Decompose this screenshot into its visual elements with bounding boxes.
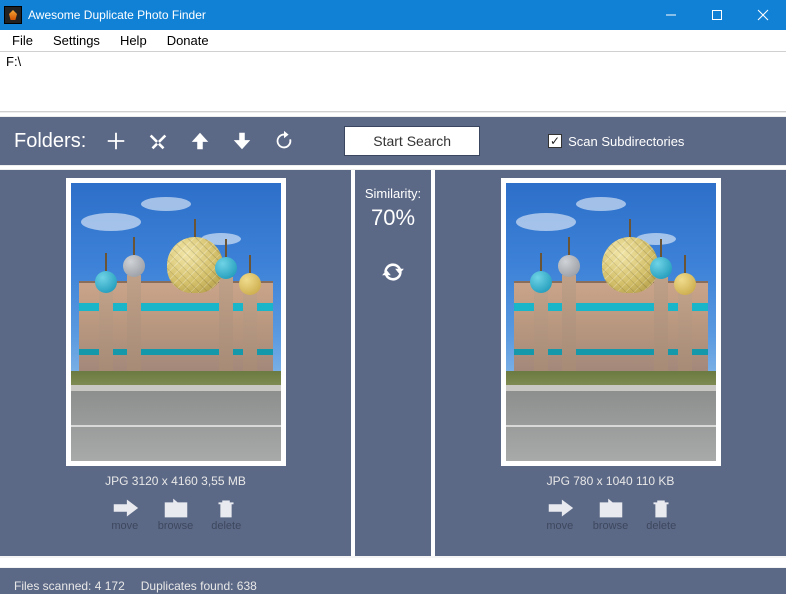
minimize-button[interactable]	[648, 0, 694, 30]
folder-path: F:\	[6, 54, 21, 69]
folder-path-box[interactable]: F:\	[0, 52, 786, 112]
similarity-value: 70%	[371, 205, 415, 231]
start-search-button[interactable]: Start Search	[344, 126, 480, 156]
right-meta: JPG 780 x 1040 110 KB	[547, 474, 675, 488]
splitter[interactable]	[0, 556, 786, 568]
left-browse-button[interactable]: browse	[158, 496, 193, 532]
refresh-button[interactable]	[272, 129, 296, 153]
left-delete-button[interactable]: delete	[211, 496, 241, 532]
left-pane: JPG 3120 x 4160 3,55 MB move browse dele…	[0, 170, 351, 556]
folders-label: Folders:	[14, 130, 86, 153]
titlebar: Awesome Duplicate Photo Finder	[0, 0, 786, 30]
right-photo[interactable]	[501, 178, 721, 466]
similarity-column: Similarity: 70%	[351, 170, 435, 556]
checkbox-icon	[548, 134, 562, 148]
right-browse-button[interactable]: browse	[593, 496, 628, 532]
window-controls	[648, 0, 786, 30]
scan-subdirectories-label: Scan Subdirectories	[568, 134, 684, 149]
right-move-button[interactable]: move	[545, 496, 575, 532]
maximize-button[interactable]	[694, 0, 740, 30]
window-title: Awesome Duplicate Photo Finder	[28, 8, 206, 22]
menu-file[interactable]: File	[4, 31, 41, 50]
similarity-label: Similarity:	[365, 186, 421, 201]
right-delete-button[interactable]: delete	[646, 496, 676, 532]
comparison-area: JPG 3120 x 4160 3,55 MB move browse dele…	[0, 170, 786, 556]
status-scanned: Files scanned: 4 172	[14, 579, 125, 593]
menu-donate[interactable]: Donate	[159, 31, 217, 50]
right-pane: JPG 780 x 1040 110 KB move browse delete	[435, 170, 786, 556]
move-up-button[interactable]	[188, 129, 212, 153]
app-icon	[4, 6, 22, 24]
close-button[interactable]	[740, 0, 786, 30]
swap-button[interactable]	[380, 259, 406, 288]
scan-subdirectories-checkbox[interactable]: Scan Subdirectories	[548, 134, 684, 149]
toolbar: Folders: Start Search Scan Subdirectorie…	[0, 117, 786, 165]
left-photo[interactable]	[66, 178, 286, 466]
menu-help[interactable]: Help	[112, 31, 155, 50]
right-actions: move browse delete	[545, 496, 676, 532]
left-meta: JPG 3120 x 4160 3,55 MB	[105, 474, 246, 488]
status-bar: Files scanned: 4 172 Duplicates found: 6…	[0, 568, 786, 594]
move-down-button[interactable]	[230, 129, 254, 153]
add-folder-button[interactable]	[104, 129, 128, 153]
left-actions: move browse delete	[110, 496, 241, 532]
status-found: Duplicates found: 638	[141, 579, 257, 593]
remove-folder-button[interactable]	[146, 129, 170, 153]
menu-bar: File Settings Help Donate	[0, 30, 786, 52]
menu-settings[interactable]: Settings	[45, 31, 108, 50]
left-move-button[interactable]: move	[110, 496, 140, 532]
